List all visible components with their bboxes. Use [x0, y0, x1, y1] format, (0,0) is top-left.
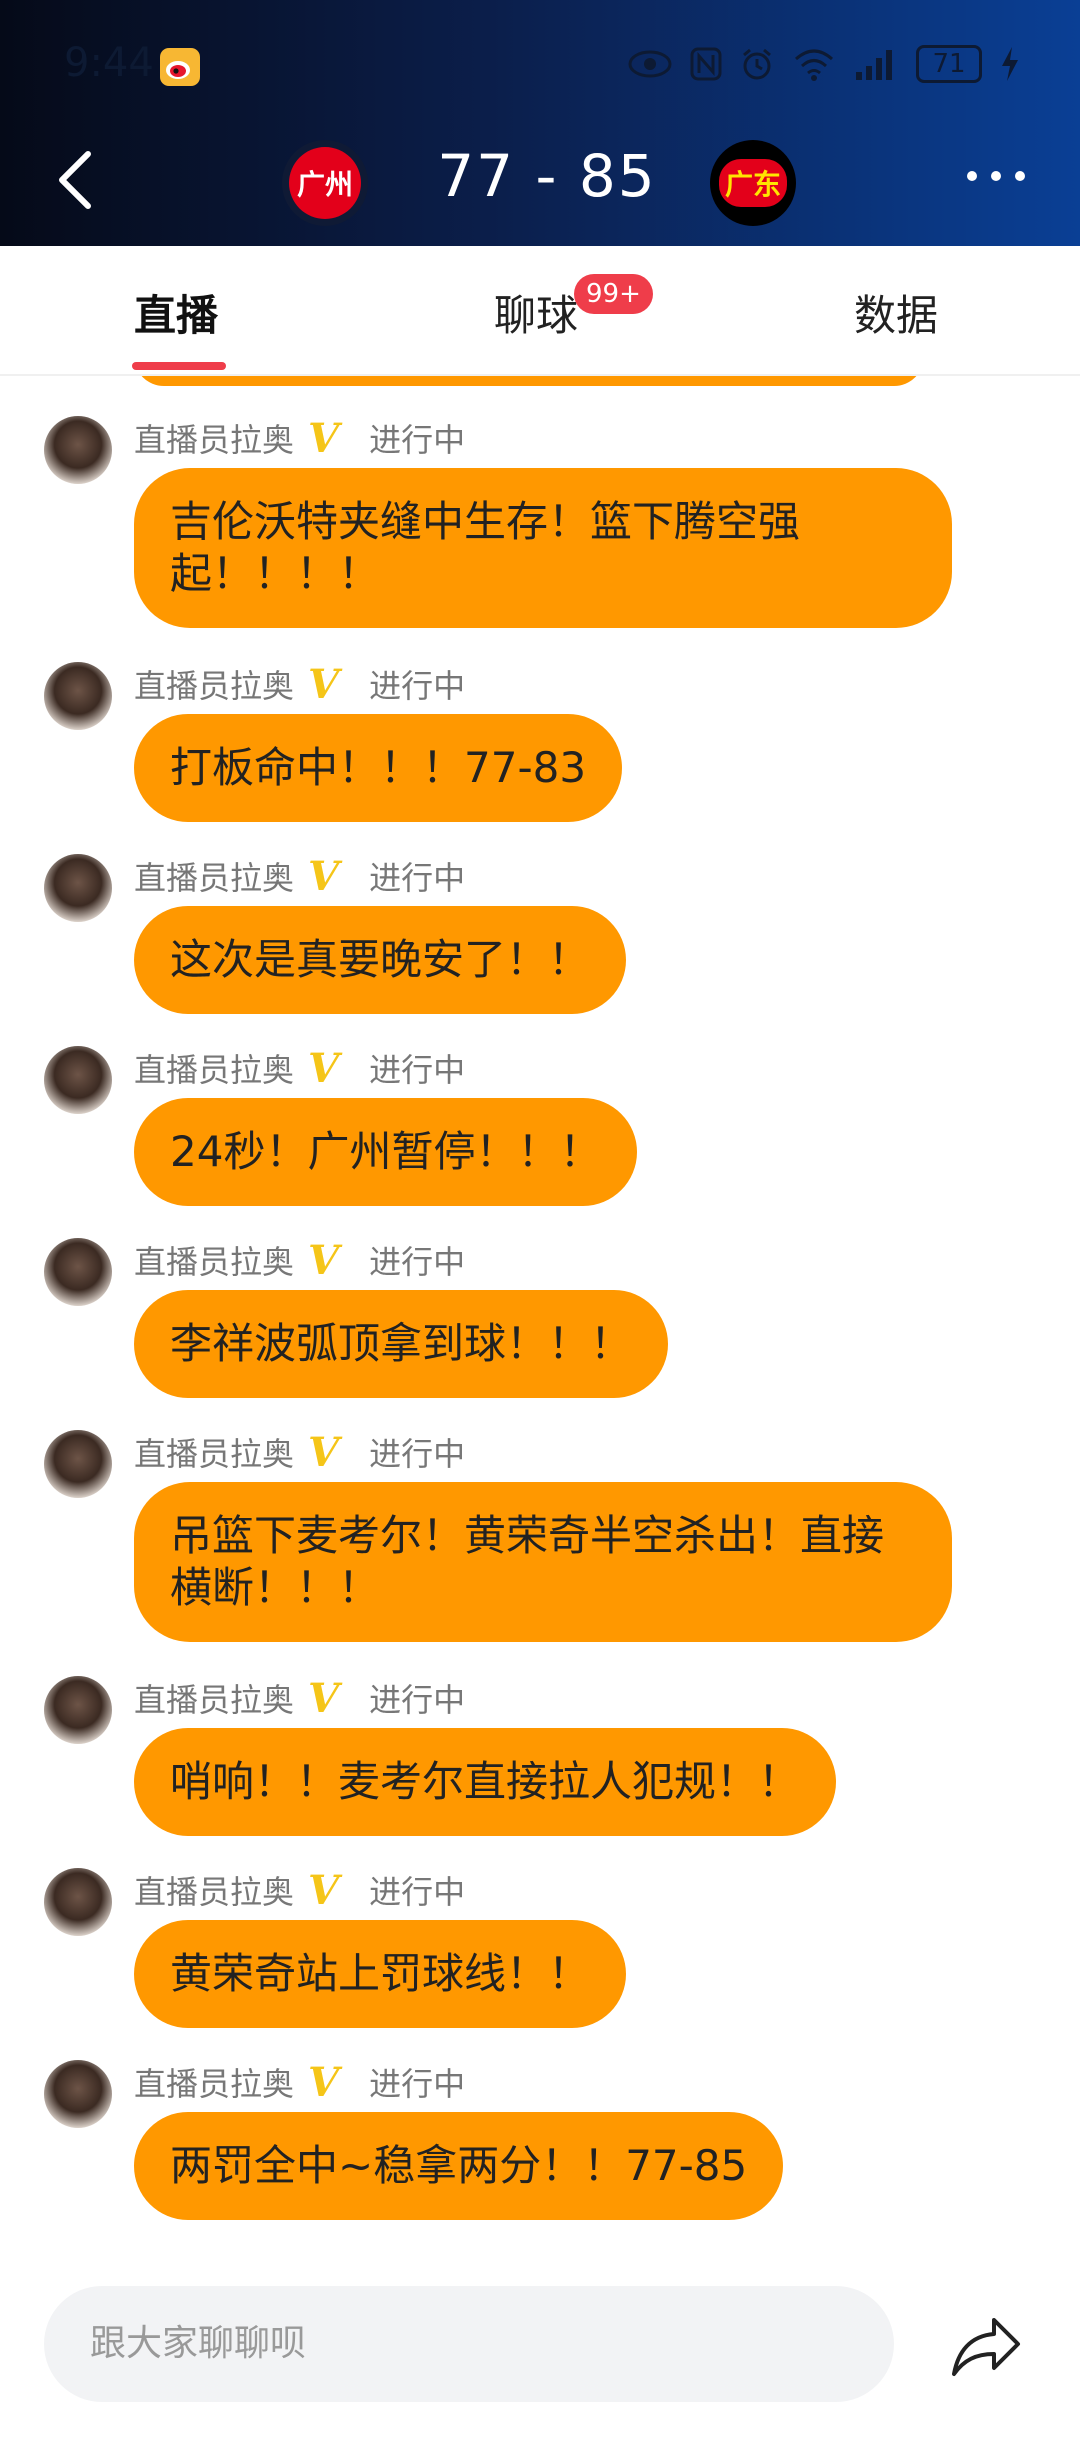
avatar[interactable] [44, 1868, 112, 1936]
tab-bar: 直播 聊球 99+ 数据 [0, 246, 1080, 376]
author-name: 直播员拉奥 [134, 859, 295, 897]
home-team-logo[interactable]: 广州 [282, 140, 368, 226]
verified-v-icon: V [308, 1866, 340, 1914]
verified-v-icon: V [308, 1236, 340, 1284]
message-bubble: 黄荣奇站上罚球线！！ [134, 1920, 627, 2028]
away-team-logo[interactable]: 广东 [710, 140, 796, 226]
live-feed[interactable]: 直播员拉奥 V 进行中 吉伦沃特夹缝中生存！篮下腾空强起！！！！ 直播员拉奥 V 进行中… [0, 376, 1080, 2226]
status-text: 进行中 [369, 1435, 466, 1473]
nfc-icon [690, 47, 722, 81]
message-bubble: 李祥波弧顶拿到球！！！ [134, 1290, 669, 1398]
scoreboard: 77 - 85 [432, 142, 662, 210]
author-name: 直播员拉奥 [134, 1243, 295, 1281]
away-team-name: 广东 [718, 159, 787, 207]
away-score: 85 [578, 142, 657, 210]
message-bubble: 打板命中！！！77-83 [134, 714, 623, 822]
signal-icon [856, 50, 892, 80]
match-header: 9:44 71 广州 77 - 85 广东 [0, 0, 1080, 246]
author-name: 直播员拉奥 [134, 1051, 295, 1089]
avatar[interactable] [44, 416, 112, 484]
avatar[interactable] [44, 1238, 112, 1306]
author-name: 直播员拉奥 [134, 667, 295, 705]
chat-input[interactable]: 跟大家聊聊呗 [44, 2286, 894, 2402]
message-bubble: 24秒！广州暂停！！！ [134, 1098, 638, 1206]
active-tab-indicator [132, 362, 226, 370]
verified-v-icon: V [308, 660, 340, 708]
message-bubble: 哨响！！麦考尔直接拉人犯规！！ [134, 1728, 837, 1836]
avatar[interactable] [44, 2060, 112, 2128]
home-team-name: 广州 [296, 168, 353, 201]
charging-icon [1002, 47, 1018, 81]
tab-data[interactable]: 数据 [854, 282, 938, 343]
status-text: 进行中 [369, 1243, 466, 1281]
message-bubble: 吉伦沃特夹缝中生存！篮下腾空强起！！！！ [134, 468, 952, 628]
verified-v-icon: V [308, 1044, 340, 1092]
status-text: 进行中 [369, 667, 466, 705]
avatar[interactable] [44, 1046, 112, 1114]
back-arrow-icon[interactable] [52, 148, 102, 212]
message-bubble: 两罚全中~稳拿两分！！77-85 [134, 2112, 784, 2220]
author-name: 直播员拉奥 [134, 2065, 295, 2103]
avatar[interactable] [44, 854, 112, 922]
status-text: 进行中 [369, 421, 466, 459]
verified-v-icon: V [308, 414, 340, 462]
message-bubble: 吊篮下麦考尔！黄荣奇半空杀出！直接横断！！！ [134, 1482, 952, 1642]
battery-indicator: 71 [916, 45, 982, 83]
status-time: 9:44 [64, 40, 154, 86]
score-separator: - [535, 142, 559, 210]
tab-live[interactable]: 直播 [134, 282, 218, 343]
alarm-icon [743, 48, 771, 80]
tab-chat[interactable]: 聊球 [494, 282, 578, 343]
share-icon[interactable] [950, 2314, 1022, 2378]
avatar[interactable] [44, 662, 112, 730]
verified-v-icon: V [308, 852, 340, 900]
composer-bar: 跟大家聊聊呗 [0, 2226, 1080, 2438]
weibo-icon [160, 48, 200, 86]
status-icons: 71 [628, 42, 1020, 86]
author-name: 直播员拉奥 [134, 1681, 295, 1719]
status-text: 进行中 [369, 1873, 466, 1911]
chat-count-badge: 99+ [574, 274, 653, 314]
more-options-icon[interactable] [964, 166, 1028, 186]
home-score: 77 [437, 142, 516, 210]
verified-v-icon: V [308, 1428, 340, 1476]
status-text: 进行中 [369, 859, 466, 897]
verified-v-icon: V [308, 1674, 340, 1722]
eye-icon [628, 50, 672, 78]
author-name: 直播员拉奥 [134, 1873, 295, 1911]
avatar[interactable] [44, 1676, 112, 1744]
status-text: 进行中 [369, 2065, 466, 2103]
author-name: 直播员拉奥 [134, 1435, 295, 1473]
previous-message-bubble [134, 376, 924, 386]
wifi-icon [795, 49, 833, 81]
verified-v-icon: V [308, 2058, 340, 2106]
status-text: 进行中 [369, 1051, 466, 1089]
status-text: 进行中 [369, 1681, 466, 1719]
message-bubble: 这次是真要晚安了！！ [134, 906, 627, 1014]
avatar[interactable] [44, 1430, 112, 1498]
author-name: 直播员拉奥 [134, 421, 295, 459]
